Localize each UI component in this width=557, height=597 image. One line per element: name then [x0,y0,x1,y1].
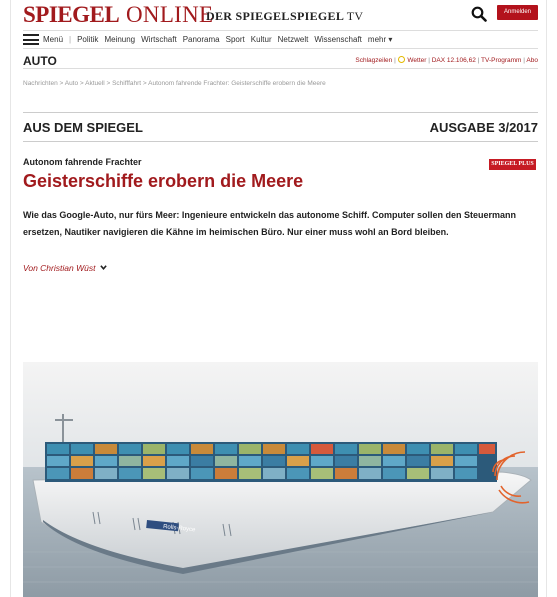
brand-spiegel-label: SPIEGEL [290,9,344,23]
page: SPIEGEL ONLINE DER SPIEGEL SPIEGEL TV An… [10,0,547,597]
hamburger-menu-icon[interactable] [23,34,39,45]
logo-online[interactable]: ONLINE [126,2,213,28]
brand-der-spiegel-link[interactable]: DER SPIEGEL [206,9,290,24]
nav-item-sport[interactable]: Sport [226,35,245,44]
brand-spiegel-tv-link[interactable]: SPIEGEL TV [290,9,363,24]
nav-item-netzwelt[interactable]: Netzwelt [278,35,309,44]
nav-item-wirtschaft[interactable]: Wirtschaft [141,35,177,44]
abo-link[interactable]: Abo [526,57,538,64]
author-byline[interactable]: Von Christian Wüst [23,263,107,273]
hero-ship-image: Rolls-Royce [23,362,538,597]
aus-dem-spiegel-banner: AUS DEM SPIEGEL AUSGABE 3/2017 [23,112,538,142]
article-headline: Geisterschiffe erobern die Meere [23,171,304,191]
wetter-link[interactable]: Wetter [407,57,426,64]
nav-item-meinung[interactable]: Meinung [104,35,135,44]
section-links: Schlagzeilen | Wetter | DAX 12.106,62 | … [355,56,538,64]
nav-item-politik[interactable]: Politik [77,35,98,44]
brand-tv-label: TV [346,9,364,23]
banner-issue[interactable]: AUSGABE 3/2017 [430,120,538,135]
nav-item-wissenschaft[interactable]: Wissenschaft [314,35,362,44]
section-title[interactable]: AUTO [23,54,57,68]
nav-item-mehr[interactable]: mehr ▾ [368,35,392,44]
nav-item-panorama[interactable]: Panorama [183,35,220,44]
search-icon[interactable] [471,6,487,22]
spiegel-plus-badge: SPIEGEL PLUS [489,159,536,170]
tv-programm-link[interactable]: TV-Programm [481,57,521,64]
article-teaser: Wie das Google-Auto, nur fürs Meer: Inge… [23,210,516,237]
breadcrumb[interactable]: Nachrichten > Auto > Aktuell > Schifffah… [23,80,538,87]
chevron-down-icon [100,265,107,271]
logo-spiegel[interactable]: SPIEGEL [23,2,120,28]
article-kicker: Autonom fahrende Frachter [23,157,142,167]
nav-menu-label[interactable]: Menü [43,35,63,44]
nav-item-kultur[interactable]: Kultur [251,35,272,44]
nav-divider: | [69,35,72,44]
schlagzeilen-link[interactable]: Schlagzeilen [355,57,392,64]
login-button[interactable]: Anmelden [497,5,538,20]
author-name: Von Christian Wüst [23,263,96,273]
section-header: AUTO Schlagzeilen | Wetter | DAX 12.106,… [23,51,538,69]
weather-sun-icon [397,56,405,63]
banner-title[interactable]: AUS DEM SPIEGEL [23,120,143,135]
top-header: SPIEGEL ONLINE DER SPIEGEL SPIEGEL TV An… [23,0,538,30]
main-nav: Menü | Politik Meinung Wirtschaft Panora… [23,30,538,49]
dax-link[interactable]: DAX 12.106,62 [432,57,476,64]
